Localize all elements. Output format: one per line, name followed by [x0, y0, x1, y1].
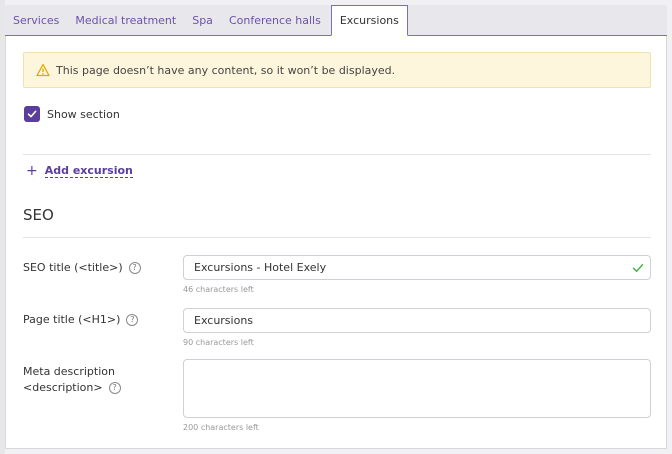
meta-description-textarea[interactable]: [183, 359, 651, 418]
divider: [23, 154, 651, 155]
show-section-toggle[interactable]: Show section: [24, 106, 120, 122]
meta-description-label-tag: <description>: [23, 381, 103, 394]
page-title-label: Page title (<H1>): [23, 313, 121, 326]
page-title-value: Excursions: [194, 314, 254, 327]
empty-content-notice: This page doesn’t have any content, so i…: [23, 52, 651, 88]
tab-spa[interactable]: Spa: [184, 5, 221, 35]
help-icon[interactable]: ?: [108, 382, 121, 394]
plus-icon: +: [26, 163, 38, 179]
tab-medical-treatment[interactable]: Medical treatment: [67, 5, 184, 35]
valid-check-icon: [632, 264, 644, 272]
help-icon[interactable]: ?: [128, 262, 141, 274]
page-title-label-row: Page title (<H1>)?: [23, 312, 139, 328]
page-title-input[interactable]: Excursions: [183, 308, 651, 333]
content-panel: This page doesn’t have any content, so i…: [5, 36, 667, 449]
checkmark-icon: [27, 110, 37, 118]
meta-description-hint: 200 characters left: [183, 423, 259, 432]
divider: [23, 237, 651, 238]
seo-title-value: Excursions - Hotel Exely: [194, 261, 327, 274]
tab-conference-halls[interactable]: Conference halls: [221, 5, 329, 35]
meta-description-label-row: Meta description <description>?: [23, 364, 121, 396]
seo-title-input[interactable]: Excursions - Hotel Exely: [183, 255, 651, 280]
tab-excursions[interactable]: Excursions: [330, 5, 408, 36]
seo-title-hint: 46 characters left: [183, 285, 254, 294]
page-title-hint: 90 characters left: [183, 338, 254, 347]
add-excursion-button[interactable]: + Add excursion: [26, 163, 133, 179]
meta-description-label: Meta description: [23, 365, 115, 378]
seo-title-label: SEO title (<title>): [23, 261, 123, 274]
tab-services[interactable]: Services: [5, 5, 67, 35]
warning-icon: [36, 63, 50, 77]
seo-heading: SEO: [23, 206, 54, 224]
show-section-checkbox[interactable]: [24, 106, 40, 122]
seo-title-label-row: SEO title (<title>)?: [23, 260, 141, 276]
add-excursion-label: Add excursion: [44, 164, 133, 178]
notice-text: This page doesn’t have any content, so i…: [56, 63, 396, 77]
show-section-label: Show section: [47, 107, 120, 121]
help-icon[interactable]: ?: [126, 314, 139, 326]
tab-bar: Services Medical treatment Spa Conferenc…: [5, 5, 667, 36]
